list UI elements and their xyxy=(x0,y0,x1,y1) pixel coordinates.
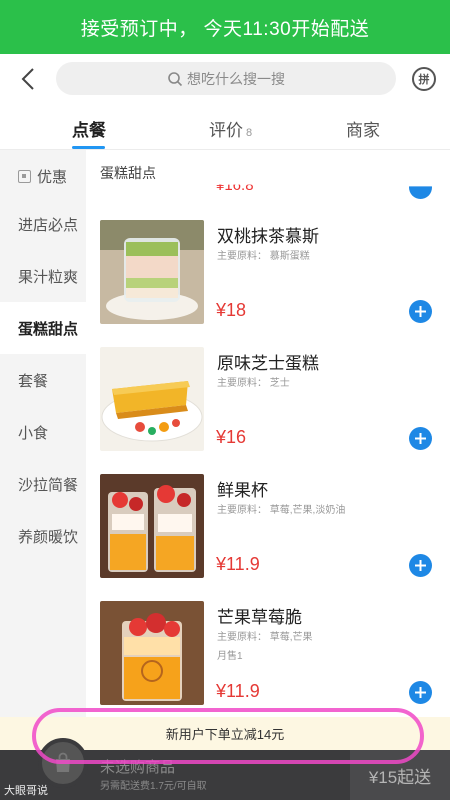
sidebar-item-snacks[interactable]: 小食 xyxy=(0,406,86,458)
plus-icon xyxy=(415,433,426,444)
product-image-mango-strawberry-crisp xyxy=(100,601,204,705)
plus-icon xyxy=(415,560,426,571)
search-placeholder: 想吃什么搜一搜 xyxy=(187,70,285,87)
delivery-fee: 另需配送费1.7元/可自取 xyxy=(100,781,207,792)
back-button[interactable] xyxy=(14,64,44,94)
sidebar-item-cakes[interactable]: 蛋糕甜点 xyxy=(0,302,86,354)
product-ingredients: 主要原料： 芝士 xyxy=(217,378,290,389)
sidebar-item-salads[interactable]: 沙拉简餐 xyxy=(0,458,86,510)
sidebar-item-must-order[interactable]: 进店必点 xyxy=(0,198,86,250)
group-order-button[interactable]: 拼 xyxy=(412,67,436,91)
top-bar: 想吃什么搜一搜 拼 xyxy=(0,54,450,104)
back-arrow-icon xyxy=(21,68,34,90)
product-price: ¥11.9 xyxy=(216,554,260,574)
watermark: 大眼哥说 xyxy=(4,785,48,797)
sidebar-item-juice[interactable]: 果汁粒爽 xyxy=(0,250,86,302)
product-card[interactable]: 双桃抹茶慕斯 主要原料： 慕斯蛋糕 ¥18 xyxy=(86,220,450,347)
tab-reviews[interactable]: 评价 8 xyxy=(209,116,252,141)
product-price: ¥16 xyxy=(216,427,247,447)
product-price: ¥11.9 xyxy=(216,681,260,701)
sidebar-item-combos[interactable]: 套餐 xyxy=(0,354,86,406)
product-image-matcha-mousse xyxy=(100,220,204,324)
section-title: 蛋糕甜点 xyxy=(100,163,164,183)
group-order-label: 拼 xyxy=(418,74,430,86)
sidebar-item-warm-drinks[interactable]: 养颜暖饮 xyxy=(0,510,86,562)
product-price: ¥18 xyxy=(216,300,247,320)
tab-order[interactable]: 点餐 xyxy=(72,116,106,141)
tab-merchant[interactable]: 商家 xyxy=(346,116,380,141)
banner-text: 接受预订中， 今天11:30开始配送 xyxy=(80,18,370,40)
product-image-cheesecake xyxy=(100,347,204,451)
add-to-cart-button[interactable] xyxy=(409,427,432,450)
minimum-order-label: ¥15起送 xyxy=(368,767,432,787)
search-input[interactable]: 想吃什么搜一搜 xyxy=(56,62,396,95)
search-icon xyxy=(168,71,183,86)
review-count: 8 xyxy=(246,127,253,139)
product-ingredients: 主要原料： 慕斯蛋糕 xyxy=(217,251,310,262)
add-to-cart-button[interactable] xyxy=(409,300,432,323)
product-list: ¥16.8 蛋糕甜点 双桃抹茶慕斯 主要原料： 慕斯蛋糕 ¥18 原味芝士蛋糕 … xyxy=(86,150,450,750)
product-name: 鲜果杯 xyxy=(217,481,268,500)
product-image-fruit-cup xyxy=(100,474,204,578)
product-name: 芒果草莓脆 xyxy=(217,608,302,627)
category-sidebar: 优惠 进店必点 果汁粒爽 蛋糕甜点 套餐 小食 沙拉简餐 养颜暖饮 xyxy=(0,150,86,750)
product-name: 原味芝士蛋糕 xyxy=(217,354,319,373)
product-ingredients: 主要原料： 草莓,芒果,淡奶油 xyxy=(217,505,346,516)
active-tab-indicator xyxy=(72,146,105,149)
coupon-icon xyxy=(18,169,31,183)
plus-icon xyxy=(415,687,426,698)
add-to-cart-button[interactable] xyxy=(409,554,432,577)
highlight-ring xyxy=(32,708,424,764)
product-monthly-sales: 月售1 xyxy=(217,651,243,662)
previous-item-add-button[interactable] xyxy=(409,186,432,199)
product-card[interactable]: 鲜果杯 主要原料： 草莓,芒果,淡奶油 ¥11.9 xyxy=(86,474,450,601)
product-ingredients: 主要原料： 草莓,芒果 xyxy=(217,632,313,643)
tab-bar: 点餐 评价 8 商家 xyxy=(0,104,450,150)
add-to-cart-button[interactable] xyxy=(409,681,432,704)
sidebar-item-promotions[interactable]: 优惠 xyxy=(0,150,86,202)
product-name: 双桃抹茶慕斯 xyxy=(217,227,319,246)
product-card[interactable]: 原味芝士蛋糕 主要原料： 芝士 ¥16 xyxy=(86,347,450,474)
delivery-banner: 接受预订中， 今天11:30开始配送 xyxy=(0,0,450,54)
plus-icon xyxy=(415,306,426,317)
previous-item-price: ¥16.8 xyxy=(216,177,254,194)
